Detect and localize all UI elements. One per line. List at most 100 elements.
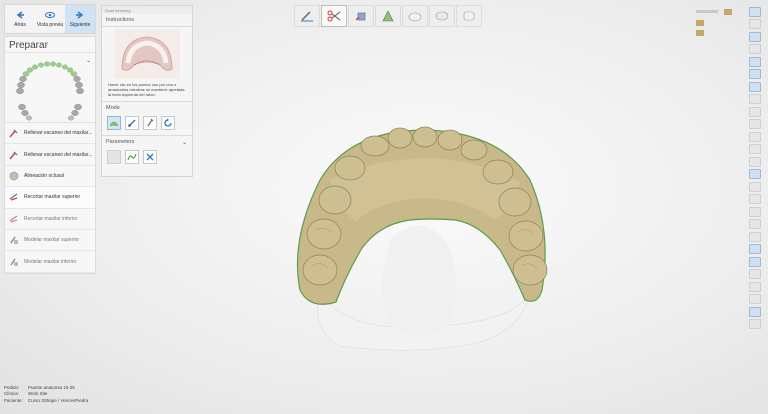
cone-icon	[382, 10, 394, 22]
step-fill-upper[interactable]: Rellenar escaneo del maxilar...	[5, 123, 95, 145]
info-value: Puente anatomia 15-25	[28, 385, 75, 390]
mode-buttons	[102, 114, 192, 132]
light-icon[interactable]	[749, 144, 761, 154]
dental-model-icon	[435, 11, 449, 21]
layers-icon[interactable]	[749, 69, 761, 79]
case-info: Pedido: Puente anatomia 15-25 Clínica: Wor…	[4, 385, 88, 404]
tooth-icon	[9, 171, 19, 181]
param-disabled-button[interactable]	[107, 150, 121, 164]
step-trim-lower[interactable]: Recortar maxilar inferior	[5, 209, 95, 230]
view-top-icon[interactable]	[749, 31, 761, 42]
zoom-fit-icon[interactable]	[749, 6, 761, 17]
ruler-icon[interactable]	[749, 294, 761, 304]
close-icon	[146, 153, 154, 161]
step-label: Recortar maxilar superior	[24, 194, 81, 201]
instruction-image	[114, 29, 180, 79]
view-controls[interactable]	[694, 8, 740, 38]
brush-icon	[128, 119, 136, 127]
dental-arch-diagram	[16, 61, 84, 121]
tooth-chart[interactable]: ⌄	[5, 53, 95, 123]
color-icon[interactable]	[749, 206, 761, 217]
arrow-left-icon	[16, 11, 24, 19]
export-icon[interactable]	[749, 306, 761, 317]
step-label: Recortar maxilar inferior	[24, 215, 78, 222]
param-spline-button[interactable]	[125, 150, 139, 164]
model-icon	[10, 258, 18, 266]
back-button[interactable]: Atrás	[5, 5, 35, 33]
tool-model-lower[interactable]	[429, 5, 455, 27]
cube-icon[interactable]	[749, 94, 761, 104]
step-model-upper[interactable]: Modelar maxilar superior	[5, 230, 95, 252]
param-clear-button[interactable]	[143, 150, 157, 164]
step-trim-upper[interactable]: Recortar maxilar superior	[5, 187, 95, 209]
view-front-icon[interactable]	[749, 44, 761, 54]
expand-icon[interactable]	[749, 319, 761, 329]
tool-scan[interactable]	[294, 5, 320, 27]
sphere-icon[interactable]	[749, 194, 761, 204]
step-label: Rellenar escaneo del maxilar...	[24, 151, 93, 158]
mode-undo-button[interactable]	[161, 116, 175, 130]
tool-model-base[interactable]	[456, 5, 482, 27]
mode-surface-button[interactable]	[107, 116, 121, 130]
wizard-nav: Atrás Vista previa Siguiente	[4, 4, 96, 34]
measure-icon[interactable]	[749, 106, 761, 117]
preview-label: Vista previa	[36, 22, 64, 28]
info-value: Curso 3Shape / VencesPiedra	[28, 397, 89, 403]
step-label: Modelar maxilar superior	[24, 237, 80, 244]
back-label: Atrás	[14, 22, 26, 28]
dental-model-icon	[463, 11, 475, 21]
scan-trimming-panel: Scan trimming Instructions Hacer clic en…	[101, 5, 193, 177]
grid-icon[interactable]	[749, 19, 761, 29]
step-occlusal-alignment[interactable]: Alineación oclusal	[5, 166, 95, 188]
step-label: Modelar maxilar inferior	[24, 258, 77, 265]
next-button[interactable]: Siguiente	[65, 5, 95, 33]
step-fill-lower[interactable]: Rellenar escaneo del maxilar...	[5, 144, 95, 166]
section-icon[interactable]	[749, 119, 761, 129]
annotation-icon[interactable]	[749, 244, 761, 254]
tool-trim[interactable]	[321, 5, 347, 27]
info-key: Paciente:	[4, 397, 23, 403]
dental-scan-viewport[interactable]	[280, 120, 570, 355]
mode-brush-button[interactable]	[125, 116, 139, 130]
parameter-buttons	[102, 148, 192, 166]
settings-icon[interactable]	[749, 181, 761, 192]
mode-knife-button[interactable]	[143, 116, 157, 130]
tool-die[interactable]	[348, 5, 374, 27]
visibility-icon[interactable]	[749, 231, 761, 242]
tool-cone[interactable]	[375, 5, 401, 27]
document-icon[interactable]	[749, 81, 761, 92]
die-icon	[355, 12, 366, 21]
view-toolbar	[294, 5, 482, 27]
scissors-icon	[327, 10, 341, 22]
parameters-header[interactable]: Parameters ⌄	[102, 136, 192, 148]
transparency-icon[interactable]	[749, 219, 761, 229]
palette-icon[interactable]	[749, 256, 761, 267]
knife-icon	[301, 11, 313, 22]
info-value: Work Site	[28, 391, 48, 397]
copy-icon[interactable]	[749, 56, 761, 67]
step-model-lower[interactable]: Modelar maxilar inferior	[5, 251, 95, 273]
parameters-title: Parameters	[106, 139, 135, 145]
instructions-title: Instructions	[106, 17, 135, 23]
chevron-down-icon[interactable]: ⌄	[182, 139, 187, 146]
tool-model-upper[interactable]	[402, 5, 428, 27]
workflow-panel: Preparar ⌄ Rellenar escaneo del maxilar.…	[4, 36, 96, 274]
texture-icon[interactable]	[749, 269, 761, 279]
model-icon	[10, 236, 18, 245]
trim-icon	[9, 215, 18, 223]
chevron-down-icon[interactable]: ⌄	[86, 57, 91, 64]
right-toolbar	[747, 4, 763, 369]
split-view-icon[interactable]	[749, 169, 761, 179]
trim-icon	[9, 193, 18, 201]
clipping-icon[interactable]	[749, 131, 761, 142]
mode-title: Mode	[106, 105, 120, 111]
preview-button[interactable]: Vista previa	[35, 5, 65, 33]
dental-model-icon	[408, 12, 422, 22]
knife-icon	[147, 118, 154, 127]
eye-icon	[45, 11, 55, 19]
panel-header: Scan trimming	[102, 6, 192, 14]
camera-icon[interactable]	[749, 156, 761, 167]
triangle-icon[interactable]	[749, 281, 761, 292]
panel-title: Preparar	[5, 37, 95, 53]
jaw-icon	[109, 121, 119, 127]
